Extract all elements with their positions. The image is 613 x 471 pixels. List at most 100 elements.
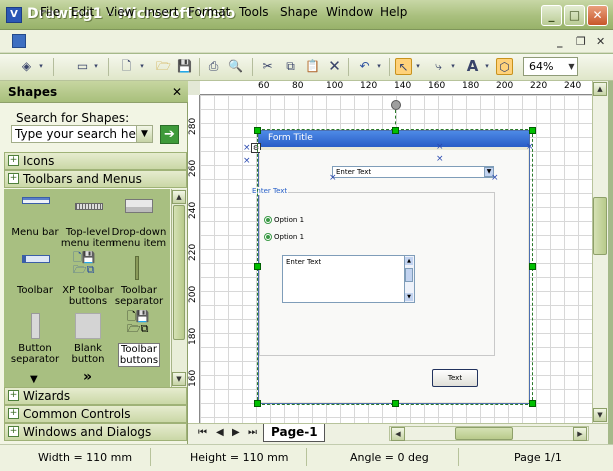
document-restore-button[interactable]: ❐ xyxy=(576,35,586,48)
line-style-dropdown-icon[interactable]: ▾ xyxy=(92,58,100,75)
page-tab[interactable]: Page-1 xyxy=(263,424,325,442)
text-tool-icon[interactable]: A xyxy=(464,58,481,75)
document-minimize-button[interactable]: _ xyxy=(557,35,563,48)
previous-page-icon[interactable]: ◀ xyxy=(216,427,224,438)
pointer-tool-icon[interactable]: ↖ xyxy=(395,58,412,75)
selection-handle-bottom-left[interactable] xyxy=(254,400,261,407)
selection-handle-bottom[interactable] xyxy=(392,400,399,407)
fill-bucket-icon[interactable]: ◈ xyxy=(18,58,35,75)
stencil-scroll-thumb[interactable] xyxy=(173,205,185,340)
drop-down-menu-item-icon[interactable] xyxy=(125,199,153,213)
close-button[interactable]: ✕ xyxy=(587,5,608,26)
shape-label-toolbar: Toolbar xyxy=(16,285,53,296)
ruler-label: 260 xyxy=(188,159,198,177)
menu-bar-icon[interactable] xyxy=(22,197,50,204)
selection-handle-left[interactable] xyxy=(254,263,261,270)
save-icon[interactable]: 💾 xyxy=(176,58,193,75)
document-icon[interactable] xyxy=(12,34,26,48)
fill-dropdown-icon[interactable]: ▾ xyxy=(37,58,45,75)
pointer-dropdown-icon[interactable]: ▾ xyxy=(414,58,422,75)
toolbar-icon[interactable] xyxy=(22,255,50,263)
stencil-common-controls[interactable]: + Common Controls xyxy=(4,405,187,423)
maximize-button[interactable]: □ xyxy=(564,5,585,26)
menu-file[interactable]: File xyxy=(40,5,60,19)
stencil-label: Windows and Dialogs xyxy=(23,425,152,439)
paste-icon[interactable]: 📋 xyxy=(304,58,321,75)
print-icon[interactable]: ⎙ xyxy=(205,58,222,75)
visio-icon[interactable]: V xyxy=(6,7,22,23)
menu-format[interactable]: Format xyxy=(188,5,230,19)
menu-insert[interactable]: Insert xyxy=(144,5,178,19)
scroll-left-icon[interactable]: ◀ xyxy=(391,427,405,441)
ruler-label: 120 xyxy=(360,81,378,91)
menu-tools[interactable]: Tools xyxy=(239,5,269,19)
toolbar-buttons-icon[interactable]: 🗋💾 🗁⧉ xyxy=(127,311,153,337)
search-go-icon[interactable]: ➔ xyxy=(160,125,179,144)
delete-icon[interactable]: ✕ xyxy=(326,58,343,75)
ruler-label: 220 xyxy=(188,243,198,261)
minimize-button[interactable]: _ xyxy=(541,5,562,26)
menu-shape[interactable]: Shape xyxy=(280,5,318,19)
scroll-up-icon[interactable]: ▲ xyxy=(593,82,607,96)
top-level-menu-item-icon[interactable] xyxy=(75,203,103,210)
xp-toolbar-buttons-icon[interactable]: 🗋💾 🗁⧉ xyxy=(73,252,103,278)
scroll-down-icon[interactable]: ▼ xyxy=(172,372,186,386)
stencil-expand-icon: + xyxy=(8,155,19,166)
rotation-handle[interactable] xyxy=(391,100,401,110)
scroll-right-icon[interactable]: ▶ xyxy=(573,427,587,441)
stencil-windows-and-dialogs[interactable]: + Windows and Dialogs xyxy=(4,423,187,441)
ruler-label: 280 xyxy=(188,117,198,135)
selection-handle-bottom-right[interactable] xyxy=(529,400,536,407)
selection-handle-top-right[interactable] xyxy=(529,127,536,134)
button-separator-icon[interactable] xyxy=(31,313,40,339)
first-page-icon[interactable]: ⏮ xyxy=(198,427,207,438)
status-separator xyxy=(150,448,151,466)
menu-edit[interactable]: Edit xyxy=(71,5,94,19)
print-preview-icon[interactable]: 🔍 xyxy=(227,58,244,75)
search-input[interactable]: Type your search here xyxy=(11,125,153,143)
shapes-close-icon[interactable]: ✕ xyxy=(172,85,182,99)
connection-point-icon: × xyxy=(436,142,444,152)
new-document-icon[interactable]: 🗋 xyxy=(118,58,135,75)
toolbar-separator-icon[interactable] xyxy=(135,256,139,280)
more-shapes-right-icon[interactable]: » xyxy=(83,369,92,385)
shape-label-xp-toolbar-buttons: XP toolbar buttons xyxy=(62,285,114,307)
next-page-icon[interactable]: ▶ xyxy=(232,427,240,438)
horizontal-scroll-thumb[interactable] xyxy=(455,427,513,440)
connector-dropdown-icon[interactable]: ▾ xyxy=(449,58,457,75)
text-dropdown-icon[interactable]: ▾ xyxy=(483,58,491,75)
connector-tool-icon[interactable]: ⤷ xyxy=(430,58,447,75)
connection-point-icon: × xyxy=(243,143,251,153)
menu-help[interactable]: Help xyxy=(380,5,407,19)
copy-icon[interactable]: ⧉ xyxy=(282,58,299,75)
last-page-icon[interactable]: ⏭ xyxy=(248,427,257,438)
stencil-icons[interactable]: + Icons xyxy=(4,152,187,170)
more-shapes-down-icon[interactable]: ▼ xyxy=(30,374,38,385)
scroll-up-icon[interactable]: ▲ xyxy=(172,190,186,204)
document-close-button[interactable]: ✕ xyxy=(596,35,605,48)
cut-icon[interactable]: ✂ xyxy=(259,58,276,75)
undo-dropdown-icon[interactable]: ▾ xyxy=(375,58,383,75)
connection-point-icon: × xyxy=(526,142,534,152)
selection-handle-top-left[interactable] xyxy=(254,127,261,134)
stencil-toolbars-and-menus[interactable]: + Toolbars and Menus xyxy=(4,170,187,188)
menu-window[interactable]: Window xyxy=(326,5,373,19)
open-folder-icon[interactable]: 🗁 xyxy=(155,58,172,75)
search-dropdown-icon[interactable]: ▼ xyxy=(136,126,152,142)
ruler-label: 140 xyxy=(394,81,412,91)
zoom-dropdown-icon[interactable]: ▼ xyxy=(566,58,577,75)
selection-handle-right[interactable] xyxy=(529,263,536,270)
line-style-icon[interactable]: ▭ xyxy=(74,58,91,75)
blank-button-icon[interactable] xyxy=(75,313,101,339)
vertical-scroll-thumb[interactable] xyxy=(593,197,607,255)
menu-view[interactable]: View xyxy=(106,5,134,19)
stencil-wizards[interactable]: + Wizards xyxy=(4,387,187,405)
ruler-label: 200 xyxy=(188,285,198,303)
undo-icon[interactable]: ↶ xyxy=(356,58,373,75)
stencil-expand-icon: + xyxy=(8,390,19,401)
scroll-down-icon[interactable]: ▼ xyxy=(593,408,607,422)
selection-handle-top[interactable] xyxy=(392,127,399,134)
new-dropdown-icon[interactable]: ▾ xyxy=(138,58,146,75)
shapes-pane-title: Shapes xyxy=(8,85,58,99)
shapes-window-icon[interactable]: ⬡ xyxy=(496,58,513,75)
